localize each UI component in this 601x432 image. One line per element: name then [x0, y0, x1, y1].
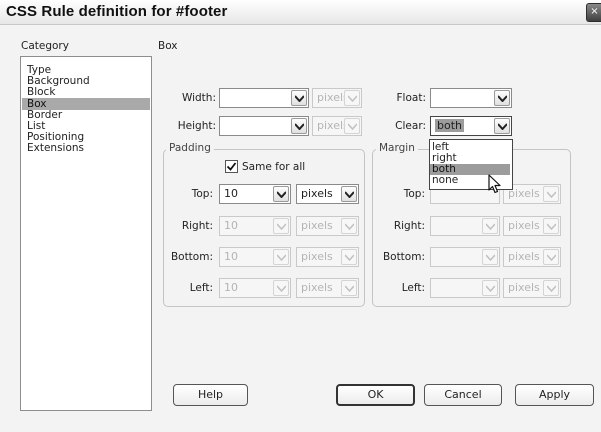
padding-right-label: Right:: [181, 220, 213, 232]
padding-left-label: Left:: [189, 282, 213, 294]
padding-left-input[interactable]: 10: [219, 278, 291, 298]
padding-top-input[interactable]: 10: [219, 184, 291, 204]
float-select[interactable]: [430, 88, 512, 108]
padding-left-unit-select[interactable]: pixels: [296, 278, 359, 298]
same-for-all-label: Same for all: [242, 161, 306, 173]
chevron-down-icon[interactable]: [291, 90, 307, 106]
padding-top-unit-select[interactable]: pixels: [296, 184, 359, 204]
margin-bottom-unit-select[interactable]: pixels: [503, 247, 561, 267]
chevron-down-icon: [543, 218, 559, 234]
chevron-down-icon: [494, 90, 510, 106]
chevron-down-icon: [344, 90, 360, 106]
height-label: Height:: [177, 120, 216, 132]
panel-header: Box: [158, 40, 178, 52]
chevron-down-icon: [494, 118, 510, 134]
category-item-extensions[interactable]: Extensions: [27, 143, 84, 154]
close-button[interactable]: ×: [586, 3, 601, 22]
chevron-down-icon: [341, 186, 357, 202]
checkmark-icon: [226, 162, 237, 171]
padding-bottom-unit-select[interactable]: pixels: [296, 247, 359, 267]
clear-select[interactable]: both: [430, 116, 512, 136]
category-list[interactable]: Type Background Block Box Border List Po…: [20, 56, 152, 411]
margin-right-label: Right:: [393, 220, 425, 232]
chevron-down-icon: [341, 280, 357, 296]
ok-button[interactable]: OK: [336, 384, 415, 406]
chevron-down-icon: [482, 280, 498, 296]
margin-top-label: Top:: [403, 188, 425, 200]
category-header: Category: [21, 40, 69, 52]
height-unit-select[interactable]: pixels: [312, 116, 362, 136]
chevron-down-icon: [344, 118, 360, 134]
margin-bottom-input[interactable]: [430, 247, 500, 267]
chevron-down-icon: [341, 218, 357, 234]
mouse-pointer-icon: [488, 174, 501, 194]
margin-left-input[interactable]: [430, 278, 500, 298]
padding-right-input[interactable]: 10: [219, 216, 291, 236]
chevron-down-icon: [543, 249, 559, 265]
margin-legend: Margin: [376, 142, 418, 154]
cancel-button[interactable]: Cancel: [424, 384, 502, 406]
float-label: Float:: [396, 92, 426, 104]
chevron-down-icon[interactable]: [291, 118, 307, 134]
chevron-down-icon: [341, 249, 357, 265]
height-input[interactable]: [219, 116, 309, 136]
margin-bottom-label: Bottom:: [382, 251, 425, 263]
padding-top-label: Top:: [191, 188, 213, 200]
chevron-down-icon: [482, 249, 498, 265]
same-for-all-checkbox[interactable]: [225, 160, 238, 173]
chevron-down-icon: [543, 280, 559, 296]
margin-left-unit-select[interactable]: pixels: [503, 278, 561, 298]
help-button[interactable]: Help: [173, 384, 248, 406]
chevron-down-icon[interactable]: [273, 186, 289, 202]
title-bar: CSS Rule definition for #footer ×: [0, 0, 601, 25]
padding-bottom-label: Bottom:: [170, 251, 213, 263]
chevron-down-icon: [543, 186, 559, 202]
margin-right-input[interactable]: [430, 216, 500, 236]
width-label: Width:: [181, 92, 216, 104]
width-input[interactable]: [219, 88, 309, 108]
padding-bottom-input[interactable]: 10: [219, 247, 291, 267]
margin-right-unit-select[interactable]: pixels: [503, 216, 561, 236]
chevron-down-icon: [273, 249, 289, 265]
category-item-block[interactable]: Block: [27, 87, 55, 98]
chevron-down-icon: [482, 218, 498, 234]
chevron-down-icon: [273, 218, 289, 234]
apply-button[interactable]: Apply: [515, 384, 594, 406]
width-unit-select[interactable]: pixels: [312, 88, 362, 108]
clear-label: Clear:: [395, 120, 426, 132]
padding-legend: Padding: [166, 142, 214, 154]
padding-right-unit-select[interactable]: pixels: [296, 216, 359, 236]
close-icon: ×: [590, 6, 599, 17]
window-title: CSS Rule definition for #footer: [6, 3, 228, 20]
margin-left-label: Left:: [401, 282, 425, 294]
chevron-down-icon: [273, 280, 289, 296]
